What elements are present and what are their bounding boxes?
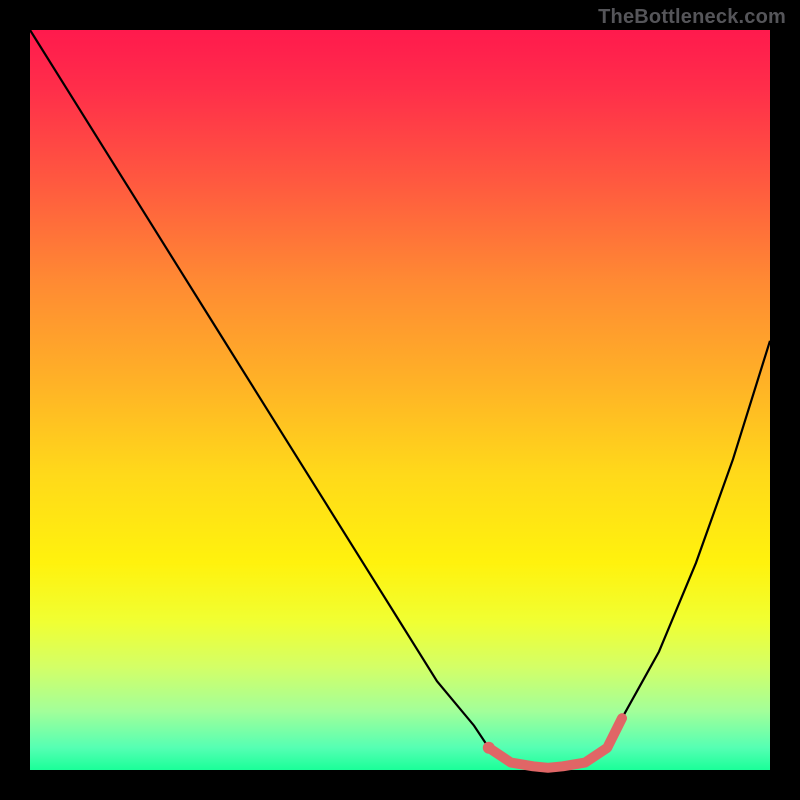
chart-overlay: [30, 30, 770, 770]
chart-container: TheBottleneck.com: [0, 0, 800, 800]
bottleneck-curve: [30, 30, 770, 768]
optimal-zone-highlight: [489, 718, 622, 768]
watermark-text: TheBottleneck.com: [598, 6, 786, 29]
highlight-dot: [483, 742, 495, 754]
